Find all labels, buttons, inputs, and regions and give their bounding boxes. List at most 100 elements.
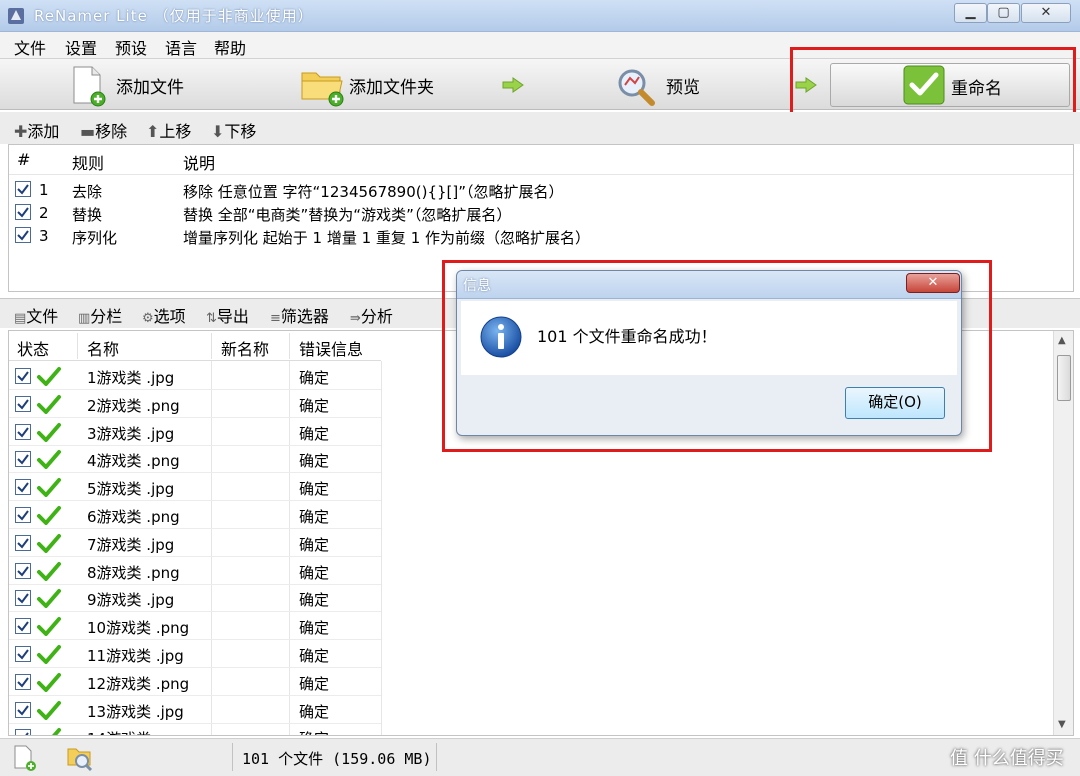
close-button[interactable]: ✕ <box>1021 3 1071 23</box>
table-row[interactable]: 9游戏类 .jpg 确定 <box>9 584 381 613</box>
columns-menu-button[interactable]: ▥分栏 <box>78 303 122 327</box>
analyze-menu-button[interactable]: ⇛分析 <box>350 303 393 327</box>
add-file-icon[interactable] <box>12 744 38 772</box>
file-name: 9游戏类 .jpg <box>87 591 175 610</box>
menu-settings[interactable]: 设置 <box>65 35 97 59</box>
analyze-menu-label: 分析 <box>360 307 393 326</box>
rule-num: 1 <box>39 181 49 199</box>
rule-checkbox[interactable] <box>15 204 31 220</box>
menu-language[interactable]: 语言 <box>165 35 197 59</box>
success-check-icon <box>52 728 61 735</box>
file-checkbox[interactable] <box>15 562 31 579</box>
file-checkbox[interactable] <box>15 368 31 384</box>
success-check-icon <box>37 422 61 442</box>
table-row[interactable]: 2游戏类 .png 确定 <box>9 390 381 418</box>
table-row[interactable]: 4游戏类 .png 确定 <box>9 445 381 474</box>
files-icon: ▤ <box>14 311 27 326</box>
options-menu-label: 选项 <box>153 307 186 326</box>
table-row[interactable]: 14游戏类 .png 确定 <box>9 723 381 735</box>
file-name: 11游戏类 .jpg <box>87 647 184 665</box>
files-col-status[interactable]: 状态 <box>17 336 49 360</box>
minimize-button[interactable]: ▁ <box>954 3 987 23</box>
rule-row[interactable]: 3 序列化 增量序列化 起始于 1 增量 1 重复 1 作为前缀（忽略扩展名） <box>9 225 1073 248</box>
table-row[interactable]: 12游戏类 .png 确定 <box>9 668 381 696</box>
scroll-up-icon[interactable]: ▲ <box>1058 335 1066 346</box>
rule-name: 去除 <box>72 183 103 201</box>
file-checkbox[interactable] <box>15 646 31 662</box>
rule-num: 3 <box>39 227 49 245</box>
table-row[interactable]: 10游戏类 .png 确定 <box>9 612 381 641</box>
table-row[interactable]: 3游戏类 .jpg 确定 <box>9 418 381 446</box>
plus-icon: ✚ <box>14 122 28 141</box>
export-menu-button[interactable]: ⇅导出 <box>206 303 249 327</box>
options-menu-button[interactable]: ⚙选项 <box>142 303 186 327</box>
highlight-box <box>442 260 992 452</box>
add-folder-icon[interactable] <box>66 743 94 771</box>
files-col-name[interactable]: 名称 <box>87 336 119 360</box>
vertical-scrollbar[interactable]: ▲ ▼ <box>1053 331 1073 735</box>
preview-button[interactable]: 预览 <box>610 59 790 111</box>
success-check-icon <box>37 672 61 692</box>
file-checkbox[interactable] <box>15 673 31 690</box>
file-error: 确定 <box>299 674 330 693</box>
file-checkbox[interactable] <box>15 423 31 440</box>
file-error: 确定 <box>299 369 330 387</box>
table-row[interactable]: 8游戏类 .png 确定 <box>9 557 381 585</box>
file-checkbox[interactable] <box>15 590 31 607</box>
add-folder-button[interactable]: 添加文件夹 <box>298 59 498 111</box>
file-checkbox[interactable] <box>15 507 31 523</box>
files-col-error[interactable]: 错误信息 <box>299 336 363 360</box>
table-row[interactable]: 11游戏类 .jpg 确定 <box>9 640 381 668</box>
scroll-thumb[interactable] <box>1057 355 1071 401</box>
column-divider <box>381 361 382 735</box>
table-row[interactable]: 13游戏类 .jpg 确定 <box>9 696 381 724</box>
app-icon[interactable] <box>6 6 26 26</box>
menu-help[interactable]: 帮助 <box>214 35 246 59</box>
table-row[interactable]: 1游戏类 .jpg 确定 <box>9 362 381 390</box>
file-name: 1游戏类 .jpg <box>87 369 175 387</box>
file-checkbox[interactable] <box>15 395 31 412</box>
file-checkbox[interactable] <box>15 534 31 551</box>
remove-rule-button[interactable]: ▬移除 <box>80 118 127 142</box>
success-check-icon <box>37 645 61 664</box>
menu-file[interactable]: 文件 <box>14 35 46 59</box>
analyze-icon: ⇛ <box>350 311 361 326</box>
file-checkbox[interactable] <box>15 479 31 496</box>
rules-col-desc[interactable]: 说明 <box>183 150 215 174</box>
files-header: 状态 名称 新名称 错误信息 <box>9 331 381 361</box>
table-row[interactable]: 5游戏类 .jpg 确定 <box>9 473 381 502</box>
success-check-icon <box>37 561 61 581</box>
files-col-newname[interactable]: 新名称 <box>221 336 269 360</box>
files-menu-button[interactable]: ▤文件 <box>14 303 58 327</box>
add-files-button[interactable]: 添加文件 <box>60 59 260 111</box>
add-files-label: 添加文件 <box>116 78 184 98</box>
file-error: 确定 <box>299 424 330 443</box>
filter-menu-button[interactable]: ≡筛选器 <box>270 303 329 327</box>
file-checkbox[interactable] <box>15 701 31 718</box>
window-title: ReNamer Lite （仅用于非商业使用） <box>34 7 314 25</box>
rule-checkbox[interactable] <box>15 181 31 197</box>
file-error: 确定 <box>299 647 330 665</box>
table-row[interactable]: 7游戏类 .jpg 确定 <box>9 529 381 557</box>
table-row[interactable]: 6游戏类 .png 确定 <box>9 501 381 529</box>
move-down-button[interactable]: ⬇下移 <box>211 118 256 142</box>
rule-name: 替换 <box>72 206 103 224</box>
rule-checkbox[interactable] <box>15 227 31 243</box>
minus-icon: ▬ <box>80 122 96 141</box>
rules-col-rule[interactable]: 规则 <box>72 150 104 174</box>
scroll-down-icon[interactable]: ▼ <box>1058 719 1066 730</box>
rule-row[interactable]: 2 替换 替换 全部“电商类”替换为“游戏类”（忽略扩展名） <box>9 202 1073 225</box>
status-summary: 101 个文件 (159.06 MB) <box>242 750 432 768</box>
add-rule-button[interactable]: ✚添加 <box>14 118 59 142</box>
file-checkbox[interactable] <box>15 729 31 735</box>
menu-presets[interactable]: 预设 <box>115 35 147 59</box>
success-check-icon <box>37 367 61 386</box>
files-menu-label: 文件 <box>26 307 59 326</box>
maximize-button[interactable]: ▢ <box>987 3 1020 23</box>
file-name: 5游戏类 .jpg <box>87 480 175 499</box>
file-checkbox[interactable] <box>15 618 31 635</box>
rules-col-num[interactable]: # <box>17 150 30 169</box>
move-up-button[interactable]: ⬆上移 <box>146 118 191 142</box>
rule-row[interactable]: 1 去除 移除 任意位置 字符“1234567890(){}[]”（忽略扩展名） <box>9 179 1073 202</box>
file-checkbox[interactable] <box>15 451 31 468</box>
